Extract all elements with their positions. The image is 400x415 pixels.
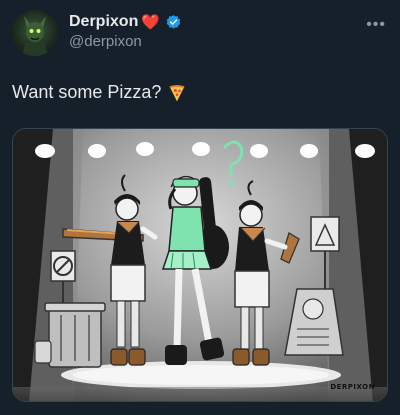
tweet-header: Derpixon ❤️ @derpixon ••• <box>12 10 388 56</box>
pizza-icon <box>169 84 185 101</box>
avatar[interactable] <box>12 10 58 56</box>
verified-badge-icon <box>166 14 181 29</box>
tweet-text-row: Want some Pizza? <box>12 82 187 103</box>
more-options-icon[interactable]: ••• <box>366 16 386 34</box>
handle[interactable]: @derpixon <box>69 33 182 50</box>
heart-emoji: ❤️ <box>141 14 161 31</box>
tweet-media[interactable]: DERPIXON <box>12 128 388 402</box>
display-name[interactable]: Derpixon <box>69 13 138 31</box>
artist-signature: DERPIXON <box>330 383 375 391</box>
media-illustration <box>13 129 387 401</box>
tweet-text: Want some Pizza? <box>12 82 162 102</box>
